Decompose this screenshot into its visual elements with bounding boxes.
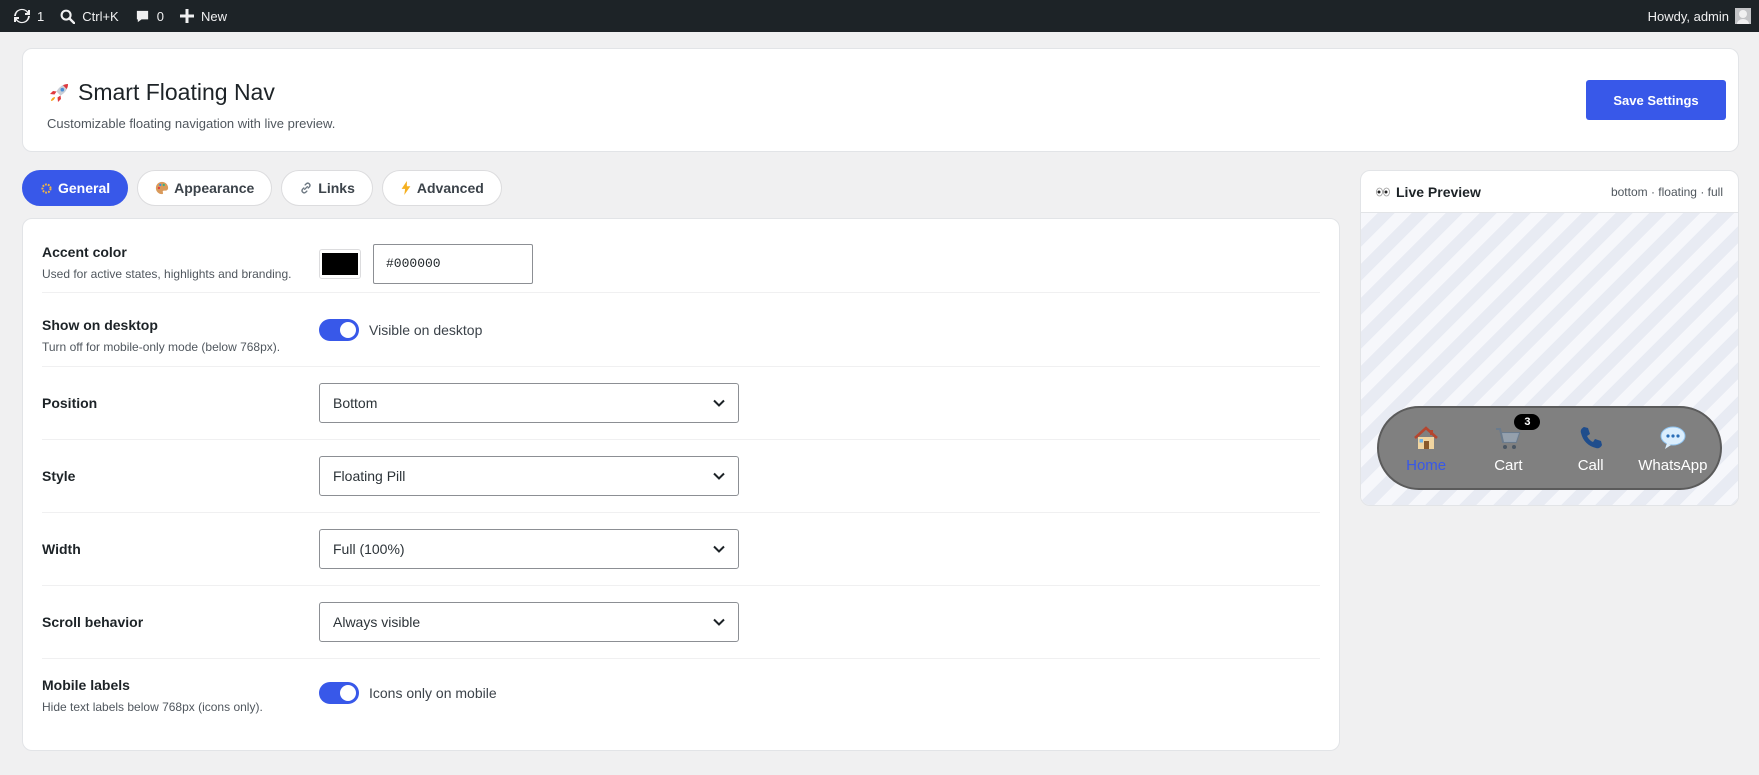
show-desktop-toggle-text: Visible on desktop (369, 322, 483, 338)
width-select[interactable]: Full (100%) (319, 529, 739, 569)
tab-advanced[interactable]: Advanced (381, 170, 502, 206)
search-icon (60, 9, 76, 24)
chevron-down-icon (713, 618, 725, 626)
chat-icon (1658, 423, 1688, 453)
chevron-down-icon (713, 545, 725, 553)
settings-tabs: General Appearance Links Advanced (22, 170, 511, 206)
greeting: Howdy, admin (1647, 8, 1729, 24)
save-settings-button[interactable]: Save Settings (1586, 80, 1726, 120)
live-preview-title: Live Preview (1396, 183, 1481, 200)
general-settings-panel: Accent color Used for active states, hig… (22, 218, 1340, 751)
cart-icon: 3 (1493, 413, 1541, 453)
width-select-value: Full (100%) (333, 541, 405, 557)
mobile-labels-toggle[interactable] (319, 682, 359, 704)
scroll-behavior-select[interactable]: Always visible (319, 602, 739, 642)
tab-links-label: Links (318, 180, 355, 196)
nav-item-whatsapp-label: WhatsApp (1638, 456, 1708, 474)
page-title: Smart Floating Nav (78, 79, 275, 105)
nav-item-call[interactable]: Call (1551, 423, 1631, 474)
palette-icon (155, 181, 169, 195)
admin-bar: 1 Ctrl+K 0 New Howdy, admin (0, 0, 1759, 32)
updates-link[interactable]: 1 (0, 0, 52, 32)
position-select[interactable]: Bottom (319, 383, 739, 423)
accent-color-row: Accent color Used for active states, hig… (42, 219, 1320, 293)
new-label: New (200, 8, 227, 24)
preview-stage: Home 3 Cart Call WhatsApp (1361, 213, 1738, 505)
updates-count: 1 (37, 8, 45, 24)
show-desktop-label: Show on desktop (42, 317, 158, 333)
title-row: Smart Floating Nav (47, 79, 275, 106)
updates-icon (14, 8, 30, 24)
scroll-behavior-row: Scroll behavior Always visible (42, 586, 1320, 659)
show-desktop-toggle[interactable] (319, 319, 359, 341)
live-preview-card: Live Preview bottom · floating · full Ho… (1360, 170, 1739, 506)
lightning-icon (400, 181, 412, 195)
tab-advanced-label: Advanced (416, 180, 484, 196)
nav-item-cart-label: Cart (1494, 456, 1523, 474)
page-subtitle: Customizable floating navigation with li… (47, 116, 336, 131)
comment-icon (136, 10, 148, 22)
style-select-value: Floating Pill (333, 468, 406, 484)
avatar (1735, 8, 1751, 24)
nav-item-home[interactable]: Home (1386, 423, 1466, 474)
comments-link[interactable]: 0 (127, 0, 172, 32)
nav-item-home-label: Home (1406, 456, 1447, 474)
tab-appearance[interactable]: Appearance (137, 170, 273, 206)
new-link[interactable]: New (172, 0, 235, 32)
house-icon (1411, 423, 1441, 453)
link-icon (299, 181, 313, 195)
style-select[interactable]: Floating Pill (319, 456, 739, 496)
scroll-behavior-select-value: Always visible (333, 614, 421, 630)
position-label: Position (42, 395, 98, 411)
rocket-icon (50, 83, 68, 102)
search-link[interactable]: Ctrl+K (52, 0, 126, 32)
tab-general[interactable]: General (22, 170, 129, 206)
accent-color-swatch[interactable] (319, 249, 361, 279)
nav-item-whatsapp[interactable]: WhatsApp (1633, 423, 1713, 474)
chevron-down-icon (713, 399, 725, 407)
eyes-icon (1376, 187, 1390, 197)
width-row: Width Full (100%) (42, 513, 1320, 586)
cart-badge: 3 (1514, 413, 1541, 430)
tab-general-label: General (58, 180, 111, 196)
account-menu[interactable]: Howdy, admin (1648, 8, 1759, 24)
position-row: Position Bottom (42, 367, 1320, 440)
live-preview-meta: bottom · floating · full (1610, 184, 1723, 199)
mobile-labels-toggle-text: Icons only on mobile (369, 685, 497, 701)
tab-links[interactable]: Links (281, 170, 373, 206)
plus-icon (179, 9, 194, 23)
position-select-value: Bottom (333, 395, 378, 411)
mobile-labels-row: Mobile labels Hide text labels below 768… (42, 659, 1320, 749)
plugin-header: Smart Floating Nav Customizable floating… (22, 48, 1739, 152)
floating-nav-preview: Home 3 Cart Call WhatsApp (1377, 406, 1722, 490)
style-row: Style Floating Pill (42, 440, 1320, 513)
accent-color-label: Accent color (42, 244, 127, 260)
mobile-labels-help: Hide text labels below 768px (icons only… (42, 700, 263, 714)
phone-icon (1576, 423, 1606, 453)
accent-color-hex-input[interactable]: #000000 (373, 244, 533, 284)
show-desktop-row: Show on desktop Turn off for mobile-only… (42, 293, 1320, 367)
gear-icon (40, 182, 53, 195)
tab-appearance-label: Appearance (174, 180, 255, 196)
search-shortcut: Ctrl+K (82, 8, 119, 24)
nav-item-cart[interactable]: 3 Cart (1468, 413, 1548, 474)
accent-color-help: Used for active states, highlights and b… (42, 267, 292, 281)
style-label: Style (42, 468, 76, 484)
scroll-behavior-label: Scroll behavior (42, 614, 144, 630)
mobile-labels-label: Mobile labels (42, 677, 130, 693)
live-preview-header: Live Preview bottom · floating · full (1361, 171, 1738, 213)
nav-item-call-label: Call (1577, 456, 1604, 474)
comments-count: 0 (156, 8, 164, 24)
show-desktop-help: Turn off for mobile-only mode (below 768… (42, 340, 281, 354)
chevron-down-icon (713, 472, 725, 480)
width-label: Width (42, 541, 81, 557)
